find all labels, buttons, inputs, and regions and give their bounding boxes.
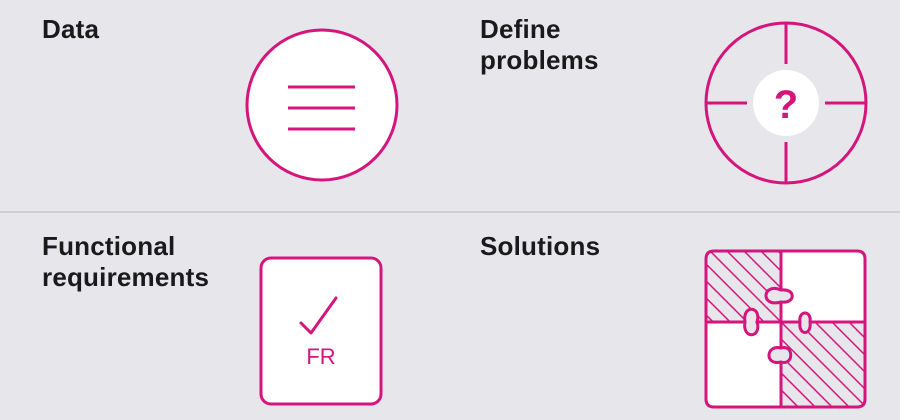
puzzle-piece-bottom-right: [779, 320, 867, 409]
tile-label-define-problems: Define problems: [480, 14, 599, 75]
puzzle-piece-top-left: [704, 249, 783, 324]
fr-badge-text: FR: [306, 344, 335, 369]
puzzle-pieces-icon: [704, 249, 867, 409]
question-mark-glyph: ?: [774, 83, 798, 127]
tile-label-data: Data: [42, 14, 100, 44]
checklist-document-icon: FR: [259, 256, 383, 406]
puzzle-piece-bottom-left: [704, 320, 783, 409]
tile-label-solutions: Solutions: [480, 231, 601, 261]
question-target-icon: ?: [704, 21, 868, 185]
diagram-canvas: Data Define problems ? Functional requir…: [0, 0, 900, 420]
list-lines-icon: [245, 28, 399, 182]
row-divider: [0, 211, 900, 213]
puzzle-piece-top-right: [779, 249, 867, 324]
tile-label-functional-requirements: Functional requirements: [42, 231, 210, 292]
